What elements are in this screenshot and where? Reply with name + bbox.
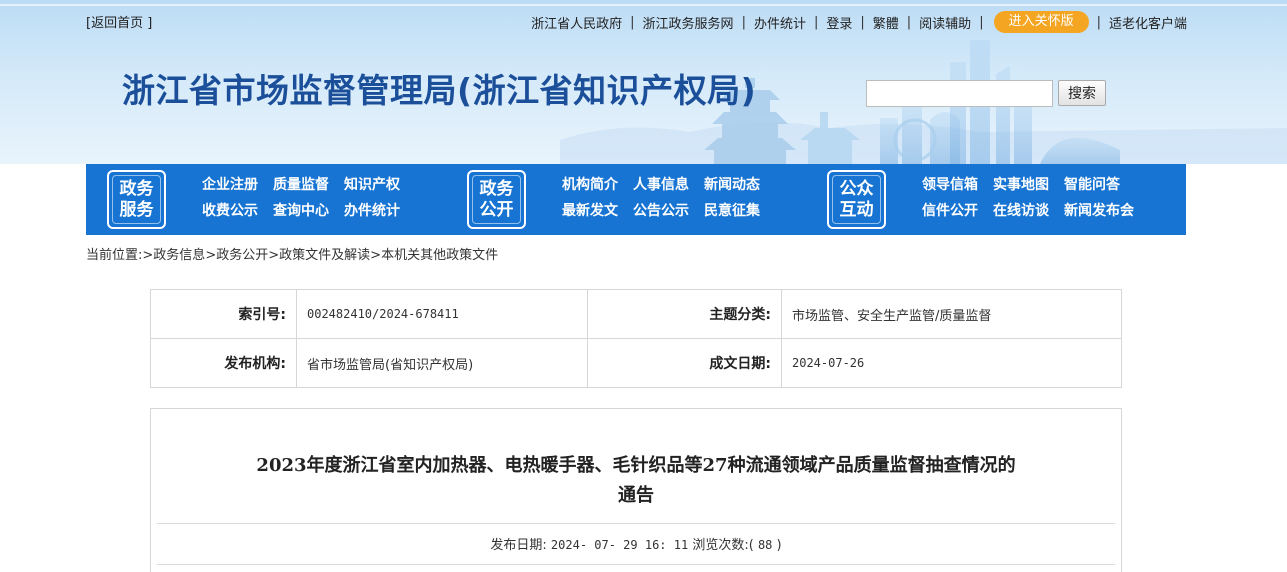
link-reading-aid[interactable]: 阅读辅助 [919,13,971,32]
article-title: 2023年度浙江省室内加热器、电热暖手器、毛针织品等27种流通领域产品质量监督抽… [256,455,1016,506]
link-zj-service[interactable]: 浙江政务服务网 [643,13,734,32]
publish-date-value: 2024- 07- 29 16: 11 [550,538,689,552]
breadcrumb-item-other-policy[interactable]: 本机关其他政策文件 [381,248,498,263]
breadcrumb-prefix: 当前位置: [86,248,143,263]
nav-badge-interaction[interactable]: 公众 互动 [827,170,886,229]
breadcrumb-item-gov-open[interactable]: 政务公开 [216,248,268,263]
nav-link-letters-public[interactable]: 信件公开 [922,202,978,220]
nav-link-leader-mailbox[interactable]: 领导信箱 [922,176,978,194]
search-input[interactable] [866,80,1053,107]
table-row: 索引号: 002482410/2024-678411 主题分类: 市场监管、安全… [150,289,1122,339]
divider: | [906,14,912,30]
nav-link-case-stats[interactable]: 办件统计 [344,202,400,220]
badge-line: 政务 [119,179,154,199]
nav-links-interaction: 领导信箱 实事地图 智能问答 信件公开 在线访谈 新闻发布会 [922,176,1134,220]
topic-value: 市场监管、安全生产监管/质量监督 [781,289,1122,339]
table-row: 发布机构: 省市场监管局(省知识产权局) 成文日期: 2024-07-26 [150,338,1122,388]
publisher-label: 发布机构: [150,338,297,388]
date-value: 2024-07-26 [781,338,1122,388]
top-utility-nav: 浙江省人民政府 | 浙江政务服务网 | 办件统计 | 登录 | 繁體 | 阅读辅… [531,11,1187,33]
nav-link-public-opinion[interactable]: 民意征集 [704,202,760,220]
divider [157,564,1115,565]
header-banner: [返回首页 ] 浙江省人民政府 | 浙江政务服务网 | 办件统计 | 登录 | … [0,0,1287,164]
main-navigation: 政务 服务 企业注册 质量监督 知识产权 收费公示 查询中心 办件统计 政务 公… [86,164,1186,235]
date-label: 成文日期: [587,338,782,388]
nav-link-query-center[interactable]: 查询中心 [273,202,329,220]
nav-link-announcements[interactable]: 公告公示 [633,202,689,220]
article-panel: 2023年度浙江省室内加热器、电热暖手器、毛针织品等27种流通领域产品质量监督抽… [150,408,1122,572]
link-elderly-client[interactable]: 适老化客户端 [1109,13,1187,32]
index-value: 002482410/2024-678411 [296,289,588,339]
nav-link-intellectual-property[interactable]: 知识产权 [344,176,400,194]
index-label: 索引号: [150,289,297,339]
breadcrumb-separator: > [268,248,280,263]
nav-link-online-interview[interactable]: 在线访谈 [993,202,1049,220]
nav-link-news[interactable]: 新闻动态 [704,176,760,194]
divider: | [741,14,746,30]
nav-link-personnel[interactable]: 人事信息 [633,176,689,194]
link-case-stats[interactable]: 办件统计 [754,13,806,32]
document-info-table: 索引号: 002482410/2024-678411 主题分类: 市场监管、安全… [150,289,1122,388]
nav-link-enterprise-registration[interactable]: 企业注册 [202,176,258,194]
divider: | [813,14,819,30]
back-home-link[interactable]: [返回首页 ] [86,12,152,31]
badge-line: 公众 [839,179,874,199]
divider: | [979,14,984,30]
breadcrumb-separator: > [142,248,154,263]
nav-link-press-conference[interactable]: 新闻发布会 [1064,202,1134,220]
breadcrumb: 当前位置:>政务信息>政务公开>政策文件及解读>本机关其他政策文件 [86,244,498,263]
nav-link-latest-docs[interactable]: 最新发文 [562,202,618,220]
badge-line: 互动 [839,200,874,220]
view-count-suffix: ) [776,538,782,553]
divider [157,523,1115,524]
publisher-value: 省市场监管局(省知识产权局) [296,338,588,388]
view-count-label: 浏览次数:( [692,538,754,553]
divider: | [860,14,865,30]
breadcrumb-separator: > [370,248,382,263]
breadcrumb-item-policy-docs[interactable]: 政策文件及解读 [279,248,370,263]
care-mode-button[interactable]: 进入关怀版 [993,11,1089,33]
nav-badge-services[interactable]: 政务 服务 [107,170,166,229]
search-button[interactable]: 搜索 [1058,80,1106,106]
article-meta: 发布日期: 2024- 07- 29 16: 11 浏览次数:( 88 ) [151,534,1121,553]
divider: | [1096,14,1101,30]
divider: | [630,14,635,30]
badge-line: 公开 [479,200,514,220]
nav-link-smart-qa[interactable]: 智能问答 [1064,176,1134,194]
nav-links-services: 企业注册 质量监督 知识产权 收费公示 查询中心 办件统计 [202,176,400,220]
nav-link-org-intro[interactable]: 机构简介 [562,176,618,194]
link-login[interactable]: 登录 [826,13,852,32]
topic-label: 主题分类: [587,289,782,339]
site-title: 浙江省市场监督管理局(浙江省知识产权局) [122,71,757,110]
breadcrumb-separator: > [205,248,217,263]
breadcrumb-item-gov-info[interactable]: 政务信息 [153,248,205,263]
link-traditional-chinese[interactable]: 繁體 [873,13,899,32]
badge-line: 服务 [119,200,154,220]
view-count-value: 88 [757,538,773,552]
link-zj-gov[interactable]: 浙江省人民政府 [531,13,622,32]
publish-date-label: 发布日期: [490,538,547,553]
badge-line: 政务 [479,179,514,199]
nav-links-open-gov: 机构简介 人事信息 新闻动态 最新发文 公告公示 民意征集 [562,176,760,220]
nav-badge-open-gov[interactable]: 政务 公开 [467,170,526,229]
nav-link-fee-disclosure[interactable]: 收费公示 [202,202,258,220]
nav-link-project-map[interactable]: 实事地图 [993,176,1049,194]
nav-link-quality-supervision[interactable]: 质量监督 [273,176,329,194]
